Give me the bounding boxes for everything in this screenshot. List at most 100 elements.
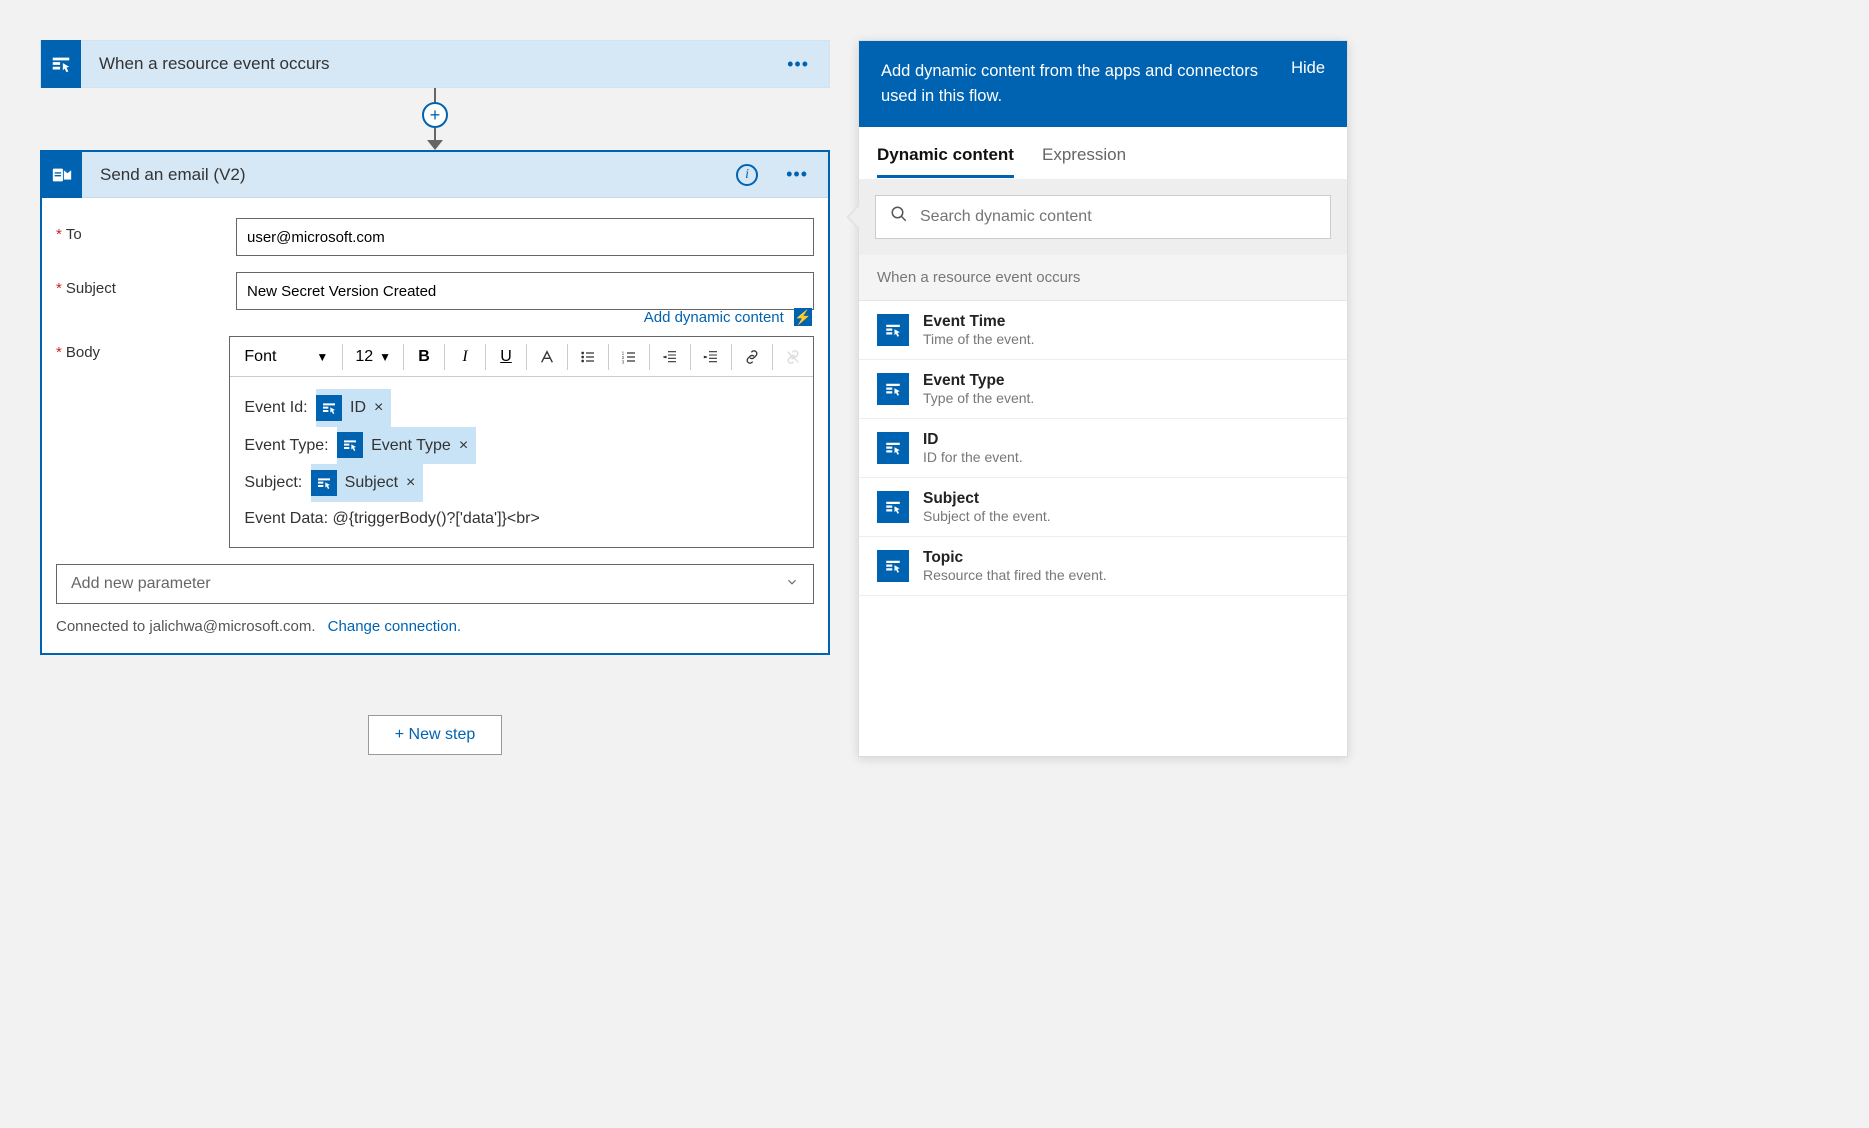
toolbar-separator [485, 344, 486, 370]
size-select[interactable]: 12 ▼ [349, 348, 397, 366]
token-id[interactable]: ID × [316, 389, 391, 427]
new-step-button[interactable]: + New step [368, 715, 502, 755]
body-editor[interactable]: Event Id: ID × Event Type: [230, 377, 813, 547]
eventgrid-icon [877, 550, 909, 582]
svg-text:3: 3 [622, 359, 625, 364]
change-connection-link[interactable]: Change connection. [328, 618, 461, 635]
outlook-icon [42, 152, 82, 198]
body-line-label: Subject: [244, 474, 302, 491]
trigger-card[interactable]: When a resource event occurs ••• [40, 40, 830, 88]
dc-item-title: Topic [923, 549, 1107, 567]
body-line-text: Event Data: @{triggerBody()?['data']}<br… [244, 502, 799, 536]
hide-panel-button[interactable]: Hide [1291, 59, 1325, 78]
toolbar-separator [772, 344, 773, 370]
panel-header: Add dynamic content from the apps and co… [859, 41, 1347, 127]
action-body: *To *Subject Add dynamic content ⚡ *Body [42, 198, 828, 653]
arrow-icon [427, 140, 443, 150]
rte: Font ▼ 12 ▼ B I U [229, 336, 814, 548]
dynamic-content-badge-icon[interactable]: ⚡ [794, 308, 812, 326]
unlink-button[interactable] [779, 343, 807, 371]
add-dynamic-content-row: Add dynamic content ⚡ [56, 308, 814, 326]
token-remove-button[interactable]: × [374, 391, 383, 425]
panel-pointer-icon [847, 205, 870, 228]
toolbar-separator [731, 344, 732, 370]
panel: Add dynamic content from the apps and co… [858, 40, 1348, 757]
dc-item[interactable]: Event TimeTime of the event. [859, 301, 1347, 360]
action-card: Send an email (V2) i ••• *To *Subject Ad… [40, 150, 830, 655]
dc-item[interactable]: SubjectSubject of the event. [859, 478, 1347, 537]
action-title: Send an email (V2) [82, 165, 736, 185]
field-subject: *Subject [56, 272, 814, 310]
numbered-list-button[interactable]: 123 [615, 343, 643, 371]
dc-item[interactable]: Event TypeType of the event. [859, 360, 1347, 419]
subject-input[interactable] [236, 272, 814, 310]
body-label-text: Body [66, 344, 100, 361]
action-header[interactable]: Send an email (V2) i ••• [42, 152, 828, 198]
search-box[interactable] [875, 195, 1331, 239]
toolbar-separator [403, 344, 404, 370]
eventgrid-icon [311, 470, 337, 496]
dc-item-desc: Time of the event. [923, 331, 1035, 347]
eventgrid-icon [337, 432, 363, 458]
token-remove-button[interactable]: × [459, 429, 468, 463]
token-label: Subject [345, 466, 398, 500]
rte-toolbar: Font ▼ 12 ▼ B I U [230, 337, 813, 377]
size-value: 12 [355, 348, 373, 366]
to-input[interactable] [236, 218, 814, 256]
font-color-button[interactable] [533, 343, 561, 371]
italic-button[interactable]: I [451, 343, 479, 371]
toolbar-separator [342, 344, 343, 370]
dc-item-list: Event TimeTime of the event.Event TypeTy… [859, 301, 1347, 596]
field-body: *Body Font▼ 12▼ B I [56, 336, 814, 548]
bulleted-list-button[interactable] [574, 343, 602, 371]
eventgrid-icon [877, 491, 909, 523]
token-event-type[interactable]: Event Type × [337, 427, 476, 465]
connected-text: Connected to jalichwa@microsoft.com. [56, 618, 316, 635]
font-select[interactable]: Font ▼ [236, 348, 336, 366]
caret-down-icon: ▼ [316, 350, 328, 364]
dc-item-title: Event Time [923, 313, 1035, 331]
dc-item[interactable]: IDID for the event. [859, 419, 1347, 478]
tab-expression[interactable]: Expression [1042, 145, 1126, 178]
eventgrid-icon [877, 432, 909, 464]
search-input[interactable] [920, 208, 1316, 226]
outdent-button[interactable] [656, 343, 684, 371]
token-label: Event Type [371, 429, 451, 463]
subject-label: *Subject [56, 272, 236, 297]
trigger-title: When a resource event occurs [81, 54, 767, 74]
toolbar-separator [567, 344, 568, 370]
add-dynamic-content-link[interactable]: Add dynamic content [644, 309, 784, 326]
tab-dynamic-content[interactable]: Dynamic content [877, 145, 1014, 178]
caret-down-icon: ▼ [379, 350, 391, 364]
to-label-text: To [66, 226, 82, 243]
dc-item-desc: Type of the event. [923, 390, 1034, 406]
dc-item-title: ID [923, 431, 1023, 449]
body-line-label: Event Id: [244, 399, 307, 416]
add-step-between-button[interactable]: + [422, 102, 448, 128]
add-parameter-placeholder: Add new parameter [71, 575, 211, 593]
dc-item-title: Event Type [923, 372, 1034, 390]
connection-info: Connected to jalichwa@microsoft.com. Cha… [56, 604, 814, 641]
toolbar-separator [526, 344, 527, 370]
toolbar-separator [444, 344, 445, 370]
token-remove-button[interactable]: × [406, 466, 415, 500]
underline-button[interactable]: U [492, 343, 520, 371]
trigger-menu-button[interactable]: ••• [767, 54, 829, 75]
subject-label-text: Subject [66, 280, 116, 297]
connector: + [40, 88, 830, 150]
bold-button[interactable]: B [410, 343, 438, 371]
eventgrid-icon [877, 314, 909, 346]
dc-item-desc: ID for the event. [923, 449, 1023, 465]
to-label: *To [56, 218, 236, 243]
search-icon [890, 205, 908, 228]
eventgrid-icon [316, 395, 342, 421]
add-parameter-select[interactable]: Add new parameter [56, 564, 814, 604]
action-menu-button[interactable]: ••• [766, 164, 828, 185]
font-value: Font [244, 348, 276, 366]
info-icon[interactable]: i [736, 164, 758, 186]
dc-item[interactable]: TopicResource that fired the event. [859, 537, 1347, 596]
link-button[interactable] [738, 343, 766, 371]
token-subject[interactable]: Subject × [311, 464, 424, 502]
indent-button[interactable] [697, 343, 725, 371]
panel-header-text: Add dynamic content from the apps and co… [881, 59, 1275, 109]
